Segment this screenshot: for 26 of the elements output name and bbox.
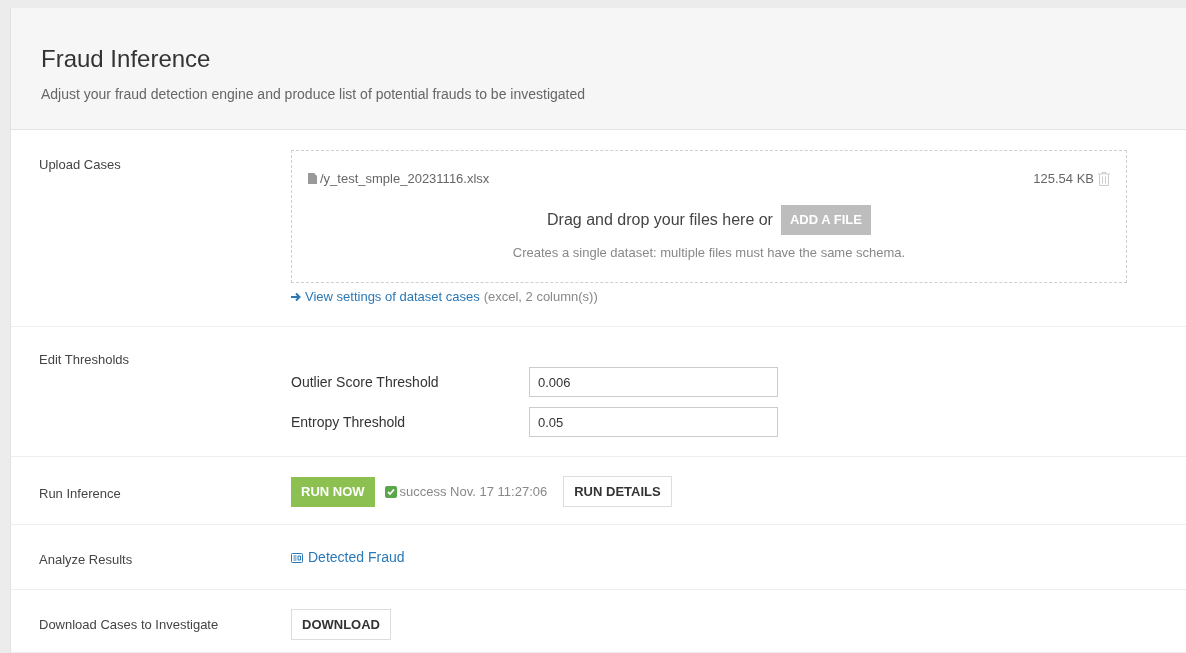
dataset-icon — [291, 552, 303, 563]
section-label: Analyze Results — [39, 552, 133, 567]
page-subtitle: Adjust your fraud detection engine and produce list of potential frauds to be investigated — [41, 85, 586, 104]
run-details-button[interactable]: RUN DETAILS — [563, 476, 672, 507]
threshold-field[interactable]: 0.006 — [529, 367, 778, 397]
section-label: Edit Thresholds — [39, 352, 130, 367]
drop-zone[interactable]: /y_test_smple_20231116.xlsx 125.54 KB Drag and drop your files here or ADD A FILE Creates a single dataset: multiple files must have the same schema. — [291, 150, 1127, 283]
run-status: success Nov. 17 11:27:06 — [399, 482, 548, 501]
section-label: Upload Cases — [39, 157, 121, 172]
drop-text: Drag and drop your files here or — [547, 209, 773, 230]
file-size: 125.54 KB — [1033, 170, 1094, 188]
threshold-label: Outlier Score Threshold — [291, 372, 440, 392]
settings-link[interactable]: View settings of dataset cases — [305, 287, 480, 307]
threshold-label: Entropy Threshold — [291, 412, 407, 432]
trash-icon[interactable] — [1098, 171, 1110, 186]
section-label: Run Inference — [39, 486, 121, 501]
upload-hint: Creates a single dataset: multiple files must have the same schema. — [511, 243, 907, 262]
page-title: Fraud Inference — [41, 44, 211, 74]
threshold-field[interactable]: 0.05 — [529, 407, 778, 437]
arrow-icon — [291, 291, 301, 302]
file-icon — [308, 173, 317, 185]
download-button[interactable]: DOWNLOAD — [291, 609, 391, 641]
file-name: /y_test_smple_20231116.xlsx — [320, 170, 490, 188]
section-label: Download Cases to Investigate — [39, 617, 219, 632]
detected-fraud-link[interactable]: Detected Fraud — [308, 547, 405, 568]
settings-note: (excel, 2 column(s)) — [483, 288, 598, 306]
